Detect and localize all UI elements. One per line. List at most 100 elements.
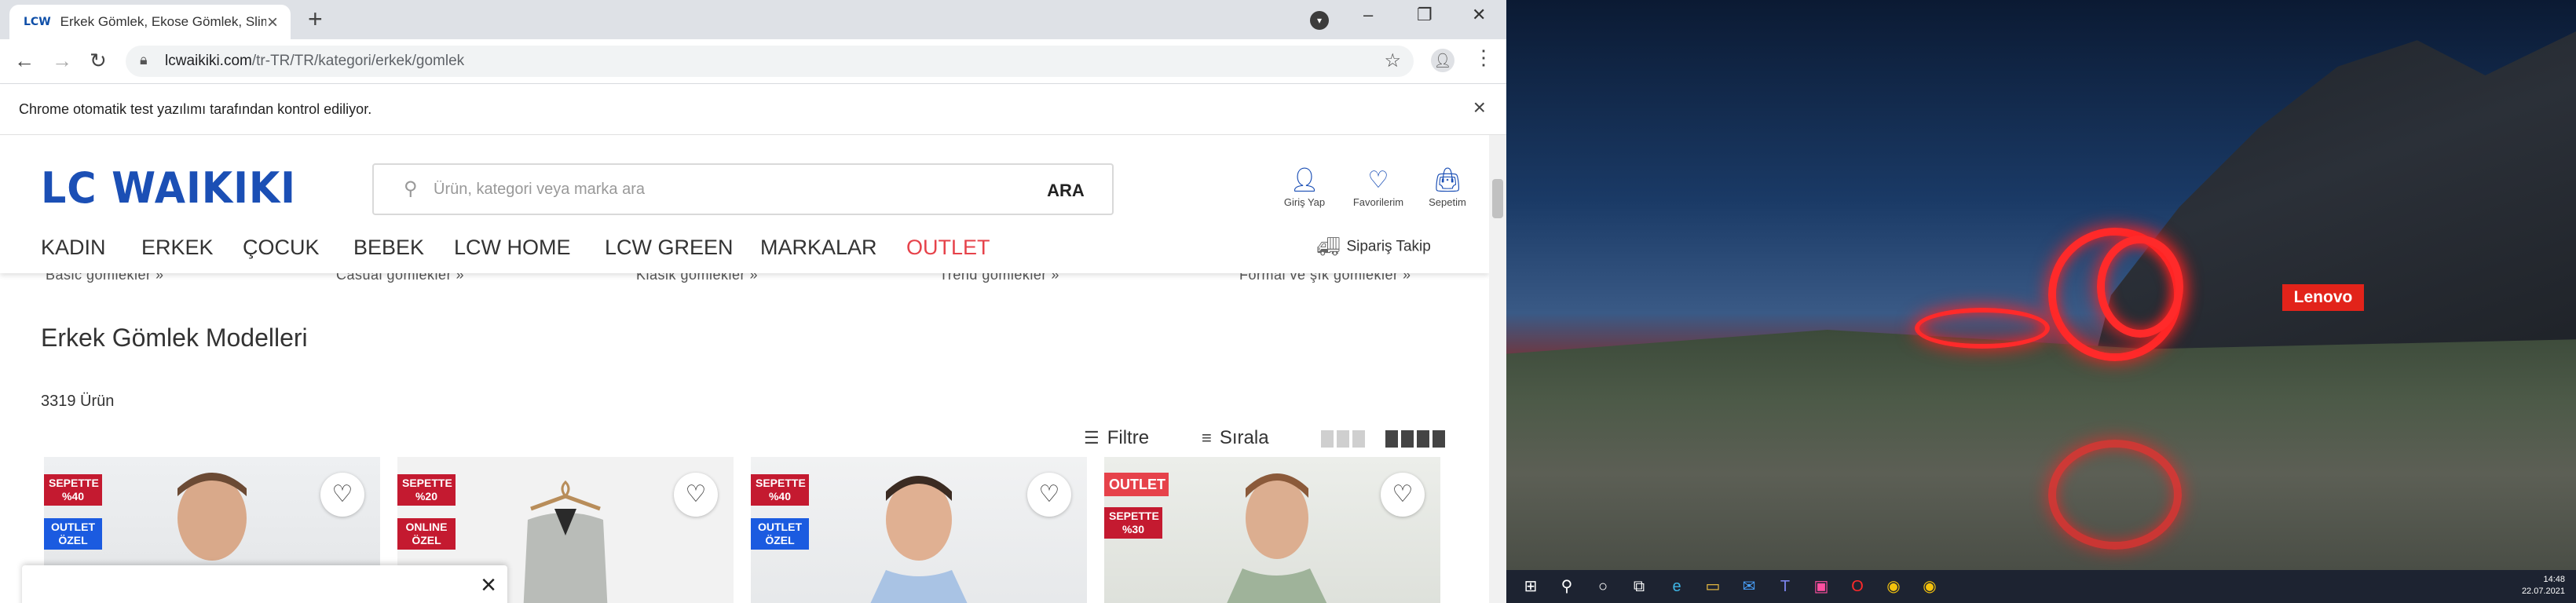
browser-toolbar: ← → ↻ 🔒︎ lcwaikiki.com/tr-TR/TR/kategori… [0,39,1506,84]
minimize-icon[interactable]: – [1363,5,1373,25]
nav-item-erkek[interactable]: ERKEK [141,236,214,260]
intellij-icon[interactable]: ▣ [1811,576,1831,597]
favorite-heart-icon[interactable]: ♡ [1381,473,1425,517]
favorites-label: Favorilerim [1352,196,1404,208]
nav-item-cocuk[interactable]: ÇOCUK [243,236,320,260]
close-tab-icon[interactable]: × [267,12,278,34]
discount-badge: SEPETTE %40 [44,474,102,506]
nav-item-kadin[interactable]: KADIN [41,236,106,260]
desktop-wallpaper: Lenovo [1506,0,2576,570]
light-reflection [2048,440,2182,550]
cart-button[interactable]: 👜︎ Sepetim [1412,166,1483,208]
sort-label: Sırala [1219,427,1269,448]
search-box: ⚲ [372,163,1023,215]
page-scrollbar[interactable] [1489,135,1506,603]
sort-button[interactable]: ≡ Sırala [1202,427,1269,449]
search-input[interactable] [432,176,985,203]
scrollbar-thumb[interactable] [1492,179,1503,218]
light-ring [2097,236,2183,338]
discount-badge: SEPETTE %20 [397,474,456,506]
close-window-icon[interactable]: ✕ [1472,5,1486,25]
user-icon: 👤︎ [1289,167,1320,193]
back-icon[interactable]: ← [14,49,35,73]
favorite-heart-icon[interactable]: ♡ [320,473,364,517]
url-text: lcwaikiki.com/tr-TR/TR/kategori/erkek/go… [165,53,464,70]
filter-button[interactable]: ☰ Filtre [1084,427,1149,449]
tab-title: Erkek Gömlek, Ekose Gömlek, Slim [60,14,266,29]
profile-avatar-icon[interactable]: 👤︎ [1431,49,1454,72]
tab-search-icon[interactable]: ▾ [1310,11,1329,30]
taskbar: ⊞ ⚲ ○ ⧉ e ▭ ✉ T ▣ O ◉ ◉ 14:48 22.07.2021 [1506,570,2576,603]
search-icon: ⚲ [404,178,418,199]
close-cookie-icon[interactable]: × [481,570,496,601]
search-icon[interactable]: ⚲ [1557,576,1577,597]
tab-strip: LCW Erkek Gömlek, Ekose Gömlek, Slim × +… [0,0,1506,39]
outlet-badge: OUTLET ÖZEL [751,518,809,550]
bag-icon: 👜︎ [1432,167,1463,193]
nav-item-lcw-home[interactable]: LCW HOME [454,236,571,260]
file-explorer-icon[interactable]: ▭ [1703,576,1723,597]
restore-icon[interactable]: ❐ [1417,5,1433,25]
opera-icon[interactable]: O [1847,576,1868,597]
system-clock[interactable]: 14:48 22.07.2021 [2522,574,2565,598]
truck-icon: 🚚︎ [1316,236,1341,258]
heart-icon: ♡ [1367,167,1389,193]
search-button[interactable]: ARA [1019,163,1114,215]
reload-icon[interactable]: ↻ [90,49,107,73]
login-label: Giriş Yap [1283,196,1326,208]
new-tab-icon[interactable]: + [308,5,323,34]
online-badge: ONLINE ÖZEL [397,518,456,550]
clock-time: 14:48 [2543,575,2565,584]
automation-infobar: Chrome otomatik test yazılımı tarafından… [0,84,1506,135]
product-card[interactable]: SEPETTE %40 OUTLET ÖZEL ♡ [751,457,1087,603]
sort-icon: ≡ [1202,428,1212,448]
order-tracking-label: Sipariş Takip [1346,238,1431,255]
wallpaper-rocks [1506,330,2576,570]
chrome-active-icon[interactable]: ◉ [1919,576,1940,597]
login-button[interactable]: 👤︎ Giriş Yap [1269,166,1340,208]
lenovo-logo: Lenovo [2282,284,2364,311]
cortana-icon[interactable]: ○ [1593,576,1613,597]
cookie-banner: × [22,565,507,603]
bookmark-star-icon[interactable]: ☆ [1384,49,1401,72]
page-viewport: Basic gömlekler » Casual gömlekler » Kla… [0,135,1506,603]
windows-start-icon[interactable]: ⊞ [1520,576,1541,597]
browser-tab[interactable]: LCW Erkek Gömlek, Ekose Gömlek, Slim × [9,5,291,39]
task-view-icon[interactable]: ⧉ [1629,576,1649,597]
outlet-badge: OUTLET ÖZEL [44,518,102,550]
discount-badge: SEPETTE %30 [1104,507,1162,539]
product-card[interactable]: OUTLET SEPETTE %30 ♡ [1104,457,1440,603]
infobar-message: Chrome otomatik test yazılımı tarafından… [19,101,372,117]
edge-icon[interactable]: e [1667,576,1687,597]
favorites-button[interactable]: ♡ Favorilerim [1343,166,1414,208]
lock-icon: 🔒︎ [140,52,148,68]
light-trail [1915,308,2050,349]
grid-4-columns-icon[interactable] [1385,430,1445,448]
forward-icon[interactable]: → [52,49,72,73]
close-infobar-icon[interactable]: × [1473,95,1486,120]
grid-3-columns-icon[interactable] [1321,430,1365,448]
site-logo[interactable]: LC WAIKIKI [41,163,296,213]
outlet-label-badge: OUTLET [1104,473,1169,496]
favicon-icon: LCW [24,16,51,28]
url-path: /tr-TR/TR/kategori/erkek/gomlek [251,53,465,69]
favorite-heart-icon[interactable]: ♡ [1027,473,1071,517]
chrome-icon[interactable]: ◉ [1883,576,1904,597]
menu-kebab-icon[interactable]: ⋮ [1473,46,1494,70]
nav-item-bebek[interactable]: BEBEK [353,236,424,260]
nav-item-lcw-green[interactable]: LCW GREEN [605,236,734,260]
page-title: Erkek Gömlek Modelleri [41,323,308,352]
nav-item-markalar[interactable]: MARKALAR [760,236,877,260]
favorite-heart-icon[interactable]: ♡ [674,473,718,517]
cart-label: Sepetim [1429,196,1466,208]
nav-item-outlet[interactable]: OUTLET [906,236,990,260]
url-host: lcwaikiki.com [165,53,252,69]
order-tracking-link[interactable]: 🚚︎ Sipariş Takip [1316,236,1431,258]
site-header: LC WAIKIKI ⚲ ARA 👤︎ Giriş Yap ♡ Favorile… [0,135,1489,273]
discount-badge: SEPETTE %40 [751,474,809,506]
mail-icon[interactable]: ✉ [1739,576,1759,597]
product-count: 3319 Ürün [41,393,115,410]
address-bar[interactable]: 🔒︎ lcwaikiki.com/tr-TR/TR/kategori/erkek… [126,46,1414,77]
teams-icon[interactable]: T [1775,576,1795,597]
clock-date: 22.07.2021 [2521,587,2565,596]
